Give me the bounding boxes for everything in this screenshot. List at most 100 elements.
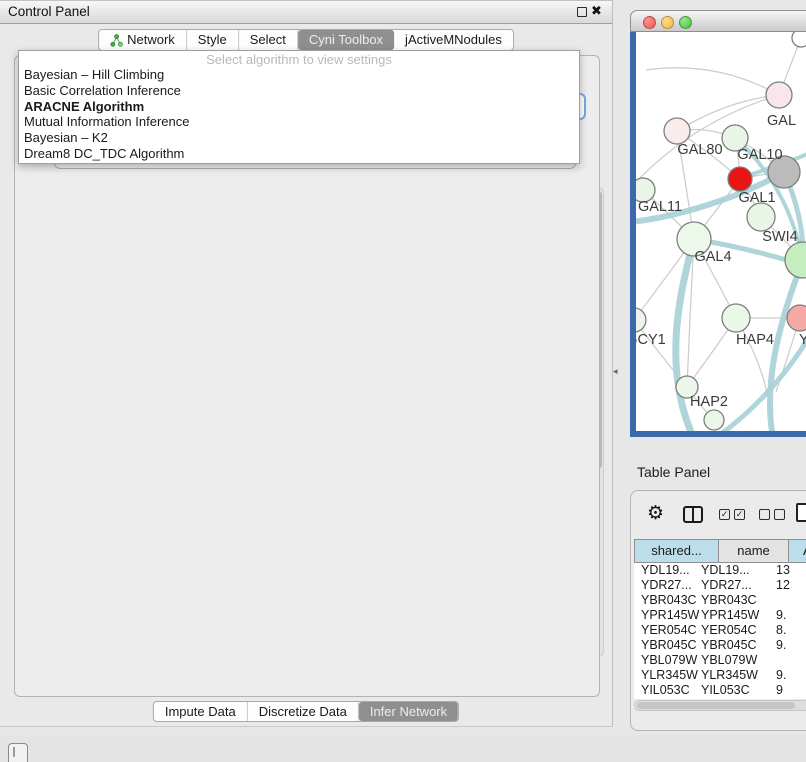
network-node-label: GCY1 [636,332,666,348]
table-cell: 9. [776,608,786,623]
tab-impute-data[interactable]: Impute Data [154,702,248,721]
table-row[interactable]: YER054CYER054C8. [634,623,806,638]
table-row[interactable]: YBL079W YBL079W [634,653,806,668]
network-canvas-frame: GALGAL80GAL10GAL1GAL11SWI4GAL4GCY1HAP4YH… [630,32,806,437]
document-icon[interactable] [796,503,806,522]
network-window-titlebar[interactable] [630,10,806,32]
table-hscrollbar-thumb[interactable] [637,702,795,709]
algorithm-option[interactable]: Bayesian – K2 [19,130,579,146]
table-cell: 9. [776,668,786,683]
float-window-icon[interactable] [577,7,587,17]
columns-icon[interactable] [683,506,703,523]
network-view-window: GALGAL80GAL10GAL1GAL11SWI4GAL4GCY1HAP4YH… [630,10,806,437]
table-row[interactable]: YBR045CYBR045C9. [634,638,806,653]
table-panel-window: ⚙ ✓ ✓ shared... name A YDL19...YDL19...1… [630,490,806,731]
tab-label: Network [127,30,175,50]
table-body: YDL19...YDL19...13YDR27...YDR27...12YBR0… [634,563,806,699]
table-cell: YPR145W [701,608,759,623]
table-cell: YDL19... [641,563,690,578]
network-node[interactable] [636,308,646,332]
table-cell: 12 [776,578,790,593]
network-edge[interactable] [646,68,779,95]
network-node-label: GAL1 [738,190,775,206]
network-node[interactable] [664,118,690,144]
table-row[interactable]: YDL19...YDL19...13 [634,563,806,578]
control-panel-titlebar[interactable]: Control Panel ✖ [0,1,612,24]
tab-infer-network[interactable]: Infer Network [359,702,458,721]
algorithm-option[interactable]: Dream8 DC_TDC Algorithm [19,146,579,162]
tab-jactivemnodules[interactable]: jActiveMNodules [394,30,513,50]
checked-box-icon[interactable]: ✓ [734,509,745,520]
mac-zoom-button[interactable] [679,16,692,29]
table-row[interactable]: YBR043CYBR043C [634,593,806,608]
network-node[interactable] [722,304,750,332]
table-cell: YBR045C [641,638,697,653]
network-edge[interactable] [636,95,779,182]
checked-box-icon[interactable]: ✓ [719,509,730,520]
network-node-label: Y [799,332,806,348]
bottom-strip [0,735,806,762]
algorithm-dropdown-popup: Select algorithm to view settings Bayesi… [18,50,580,164]
tab-cyni-toolbox[interactable]: Cyni Toolbox [298,30,394,50]
network-node[interactable] [787,305,806,331]
table-hscrollbar[interactable] [634,700,806,711]
table-row[interactable]: YLR345WYLR345W 9. [634,668,806,683]
dropdown-prompt: Select algorithm to view settings [19,52,579,67]
network-node-label: SWI4 [762,229,797,245]
table-cell: YDR27... [701,578,752,593]
column-header-name[interactable]: name [719,539,789,563]
table-cell: YBL079W [701,653,757,668]
table-row[interactable]: YDR27... YDR27... 12 [634,578,806,593]
algorithm-dropdown-list: Bayesian – Hill ClimbingBasic Correlatio… [19,67,579,162]
network-node[interactable] [747,203,775,231]
table-cell: YLR345W [641,668,698,683]
table-cell: 9 [776,683,783,698]
table-cell: YLR345W [701,668,758,683]
panel-collapse-arrow[interactable]: ◂ [613,366,618,377]
network-node-label: HAP2 [690,394,728,410]
tab-style[interactable]: Style [187,30,239,50]
table-cell: 13 [776,563,790,578]
unchecked-box-icon[interactable] [774,509,785,520]
gear-icon[interactable]: ⚙ [647,502,664,525]
tab-network[interactable]: Network [99,30,187,50]
table-toolbar: ⚙ ✓ ✓ [631,499,806,533]
mac-close-button[interactable] [643,16,656,29]
network-node-label: GAL10 [737,147,782,163]
table-cell: YER054C [641,623,697,638]
table-cell: YIL053C [701,683,750,698]
network-canvas[interactable]: GALGAL80GAL10GAL1GAL11SWI4GAL4GCY1HAP4YH… [636,32,806,431]
table-cell: YBL079W [641,653,697,668]
collapsed-panel-icon[interactable] [8,743,28,762]
table-header-row: shared... name A [634,539,806,563]
network-node[interactable] [728,167,752,191]
algorithm-option[interactable]: Basic Correlation Inference [19,83,579,99]
control-panel-window: Control Panel ✖ Network Style Select Cyn… [0,0,613,727]
network-node-label: GAL80 [677,142,722,158]
table-row[interactable]: YIL053C YIL053C 9 [634,683,806,698]
desktop: Control Panel ✖ Network Style Select Cyn… [0,0,806,762]
table-cell: YBR045C [701,638,757,653]
table-cell: YDR27... [641,578,692,593]
column-header-partial[interactable]: A [789,539,806,563]
network-node-label: GAL11 [638,199,682,215]
table-cell: YER054C [701,623,757,638]
column-header-shared-name[interactable]: shared... [634,539,719,563]
algorithm-option[interactable]: Bayesian – Hill Climbing [19,67,579,83]
network-node[interactable] [785,242,806,278]
table-cell: YBR043C [701,593,757,608]
network-node-label: GAL4 [694,249,731,265]
bottom-tabstrip: Impute Data Discretize Data Infer Networ… [153,701,459,722]
algorithm-option[interactable]: ARACNE Algorithm [19,99,579,115]
network-node[interactable] [766,82,792,108]
algorithm-option[interactable]: Mutual Information Inference [19,114,579,130]
network-node[interactable] [792,32,806,47]
network-node[interactable] [704,410,724,430]
table-row[interactable]: YPR145WYPR145W9. [634,608,806,623]
table-cell: YIL053C [641,683,690,698]
close-icon[interactable]: ✖ [591,3,602,19]
unchecked-box-icon[interactable] [759,509,770,520]
tab-discretize-data[interactable]: Discretize Data [248,702,359,721]
mac-minimize-button[interactable] [661,16,674,29]
tab-select[interactable]: Select [239,30,298,50]
